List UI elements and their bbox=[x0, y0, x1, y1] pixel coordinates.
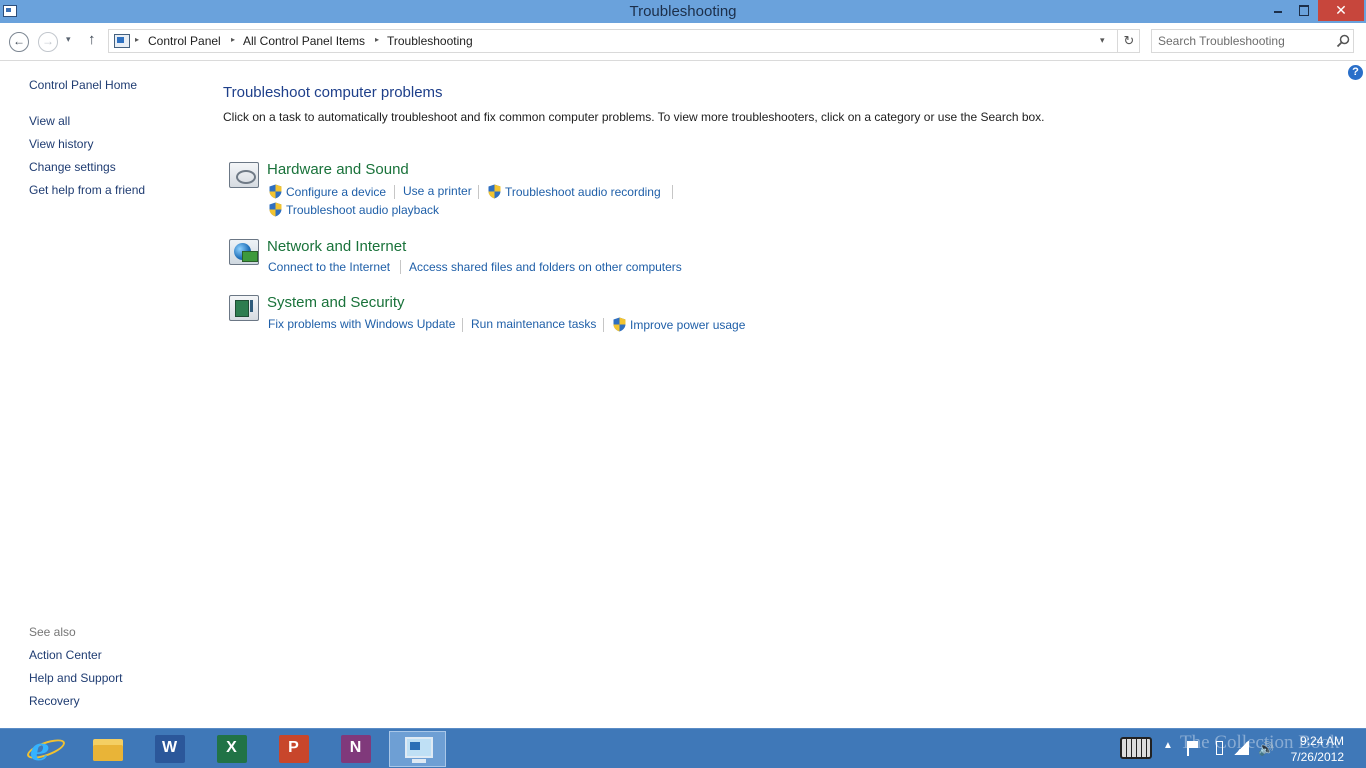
control-panel-taskbar-icon bbox=[405, 737, 433, 758]
taskbar-control-panel[interactable] bbox=[389, 731, 446, 767]
change-settings-link[interactable]: Change settings bbox=[29, 160, 116, 174]
link-separator bbox=[462, 318, 463, 332]
action-center-flag-icon[interactable] bbox=[1187, 741, 1198, 756]
use-a-printer-link[interactable]: Use a printer bbox=[403, 184, 472, 198]
view-all-link[interactable]: View all bbox=[29, 114, 70, 128]
clock-date: 7/26/2012 bbox=[1290, 750, 1344, 764]
forward-button[interactable]: → bbox=[38, 32, 58, 52]
folder-icon-front bbox=[93, 745, 123, 761]
uac-shield-icon bbox=[269, 202, 282, 217]
up-button[interactable]: ↑ bbox=[88, 31, 96, 48]
breadcrumb-troubleshooting[interactable]: Troubleshooting bbox=[387, 34, 473, 48]
window-title: Troubleshooting bbox=[629, 3, 737, 20]
uac-shield-icon bbox=[613, 317, 626, 332]
troubleshoot-audio-playback-link[interactable]: Troubleshoot audio playback bbox=[286, 203, 439, 217]
link-separator bbox=[603, 318, 604, 332]
internet-explorer-icon: e bbox=[30, 732, 50, 768]
category-hardware-and-sound[interactable]: Hardware and Sound bbox=[267, 161, 409, 178]
show-hidden-icons-button[interactable]: ▲ bbox=[1163, 740, 1173, 751]
breadcrumb-control-panel[interactable]: Control Panel bbox=[148, 34, 221, 48]
configure-a-device-link[interactable]: Configure a device bbox=[286, 185, 386, 199]
taskbar: e W X P N The Collection Book ▲ 🔊 9:24 A… bbox=[0, 728, 1366, 768]
link-separator bbox=[400, 260, 401, 274]
category-system-and-security[interactable]: System and Security bbox=[267, 294, 405, 311]
run-maintenance-tasks-link[interactable]: Run maintenance tasks bbox=[471, 317, 596, 331]
page-title: Troubleshoot computer problems bbox=[223, 84, 443, 101]
volume-icon[interactable]: 🔊 bbox=[1258, 741, 1274, 757]
link-separator bbox=[394, 185, 395, 199]
recent-locations-dropdown[interactable]: ▾ bbox=[66, 34, 71, 45]
taskbar-excel[interactable]: X bbox=[203, 731, 260, 767]
access-shared-files-link[interactable]: Access shared files and folders on other… bbox=[409, 260, 682, 274]
close-button[interactable]: ✕ bbox=[1318, 0, 1364, 21]
fix-windows-update-link[interactable]: Fix problems with Windows Update bbox=[268, 317, 455, 331]
link-separator bbox=[478, 185, 479, 199]
taskbar-file-explorer[interactable] bbox=[79, 731, 136, 767]
taskbar-powerpoint[interactable]: P bbox=[265, 731, 322, 767]
breadcrumb-all-control-panel-items[interactable]: All Control Panel Items bbox=[243, 34, 365, 48]
network-signal-icon[interactable] bbox=[1233, 741, 1249, 755]
battery-icon[interactable] bbox=[1216, 741, 1223, 755]
action-center-link[interactable]: Action Center bbox=[29, 648, 102, 662]
link-separator bbox=[672, 185, 673, 199]
back-button[interactable]: ← bbox=[9, 32, 29, 52]
taskbar-onenote[interactable]: N bbox=[327, 731, 384, 767]
network-globe-icon[interactable] bbox=[229, 239, 259, 265]
control-panel-home-link[interactable]: Control Panel Home bbox=[29, 78, 137, 92]
uac-shield-icon bbox=[269, 184, 282, 199]
get-help-from-friend-link[interactable]: Get help from a friend bbox=[29, 183, 145, 197]
refresh-button[interactable]: ↻ bbox=[1117, 30, 1140, 52]
search-box[interactable] bbox=[1151, 29, 1354, 53]
touch-keyboard-icon[interactable] bbox=[1120, 737, 1152, 759]
control-panel-icon bbox=[114, 34, 130, 48]
page-description: Click on a task to automatically trouble… bbox=[223, 110, 1045, 124]
help-icon[interactable]: ? bbox=[1348, 65, 1363, 80]
control-panel-taskbar-icon-base bbox=[412, 759, 426, 763]
breadcrumb-separator[interactable]: ▸ bbox=[135, 35, 139, 44]
hardware-sound-icon[interactable] bbox=[229, 162, 259, 188]
minimize-button[interactable] bbox=[1265, 0, 1291, 21]
see-also-heading: See also bbox=[29, 625, 76, 639]
title-bar: Troubleshooting ✕ bbox=[0, 0, 1366, 23]
view-history-link[interactable]: View history bbox=[29, 137, 93, 151]
word-icon-letter: W bbox=[161, 739, 178, 756]
recovery-link[interactable]: Recovery bbox=[29, 694, 80, 708]
search-input[interactable] bbox=[1152, 30, 1330, 52]
powerpoint-icon-letter: P bbox=[288, 739, 299, 756]
search-icon[interactable] bbox=[1336, 34, 1350, 48]
help-and-support-link[interactable]: Help and Support bbox=[29, 671, 122, 685]
system-security-icon[interactable] bbox=[229, 295, 259, 321]
clock-time: 9:24 AM bbox=[1299, 734, 1344, 748]
connect-to-internet-link[interactable]: Connect to the Internet bbox=[268, 260, 390, 274]
uac-shield-icon bbox=[488, 184, 501, 199]
system-clock[interactable]: 9:24 AM 7/26/2012 bbox=[1284, 733, 1344, 765]
troubleshoot-audio-recording-link[interactable]: Troubleshoot audio recording bbox=[505, 185, 661, 199]
address-bar[interactable]: ▸ Control Panel ▸ All Control Panel Item… bbox=[108, 29, 1140, 53]
breadcrumb-separator[interactable]: ▸ bbox=[231, 35, 235, 44]
address-dropdown-icon[interactable]: ▾ bbox=[1100, 35, 1105, 46]
restore-button[interactable] bbox=[1291, 0, 1317, 21]
improve-power-usage-link[interactable]: Improve power usage bbox=[630, 318, 745, 332]
category-network-and-internet[interactable]: Network and Internet bbox=[267, 238, 406, 255]
taskbar-internet-explorer[interactable]: e bbox=[17, 731, 74, 768]
navigation-bar: ← → ▾ ↑ ▸ Control Panel ▸ All Control Pa… bbox=[0, 23, 1366, 61]
breadcrumb-separator[interactable]: ▸ bbox=[375, 35, 379, 44]
onenote-icon-letter: N bbox=[349, 739, 362, 756]
taskbar-word[interactable]: W bbox=[141, 731, 198, 767]
excel-icon-letter: X bbox=[226, 739, 237, 756]
